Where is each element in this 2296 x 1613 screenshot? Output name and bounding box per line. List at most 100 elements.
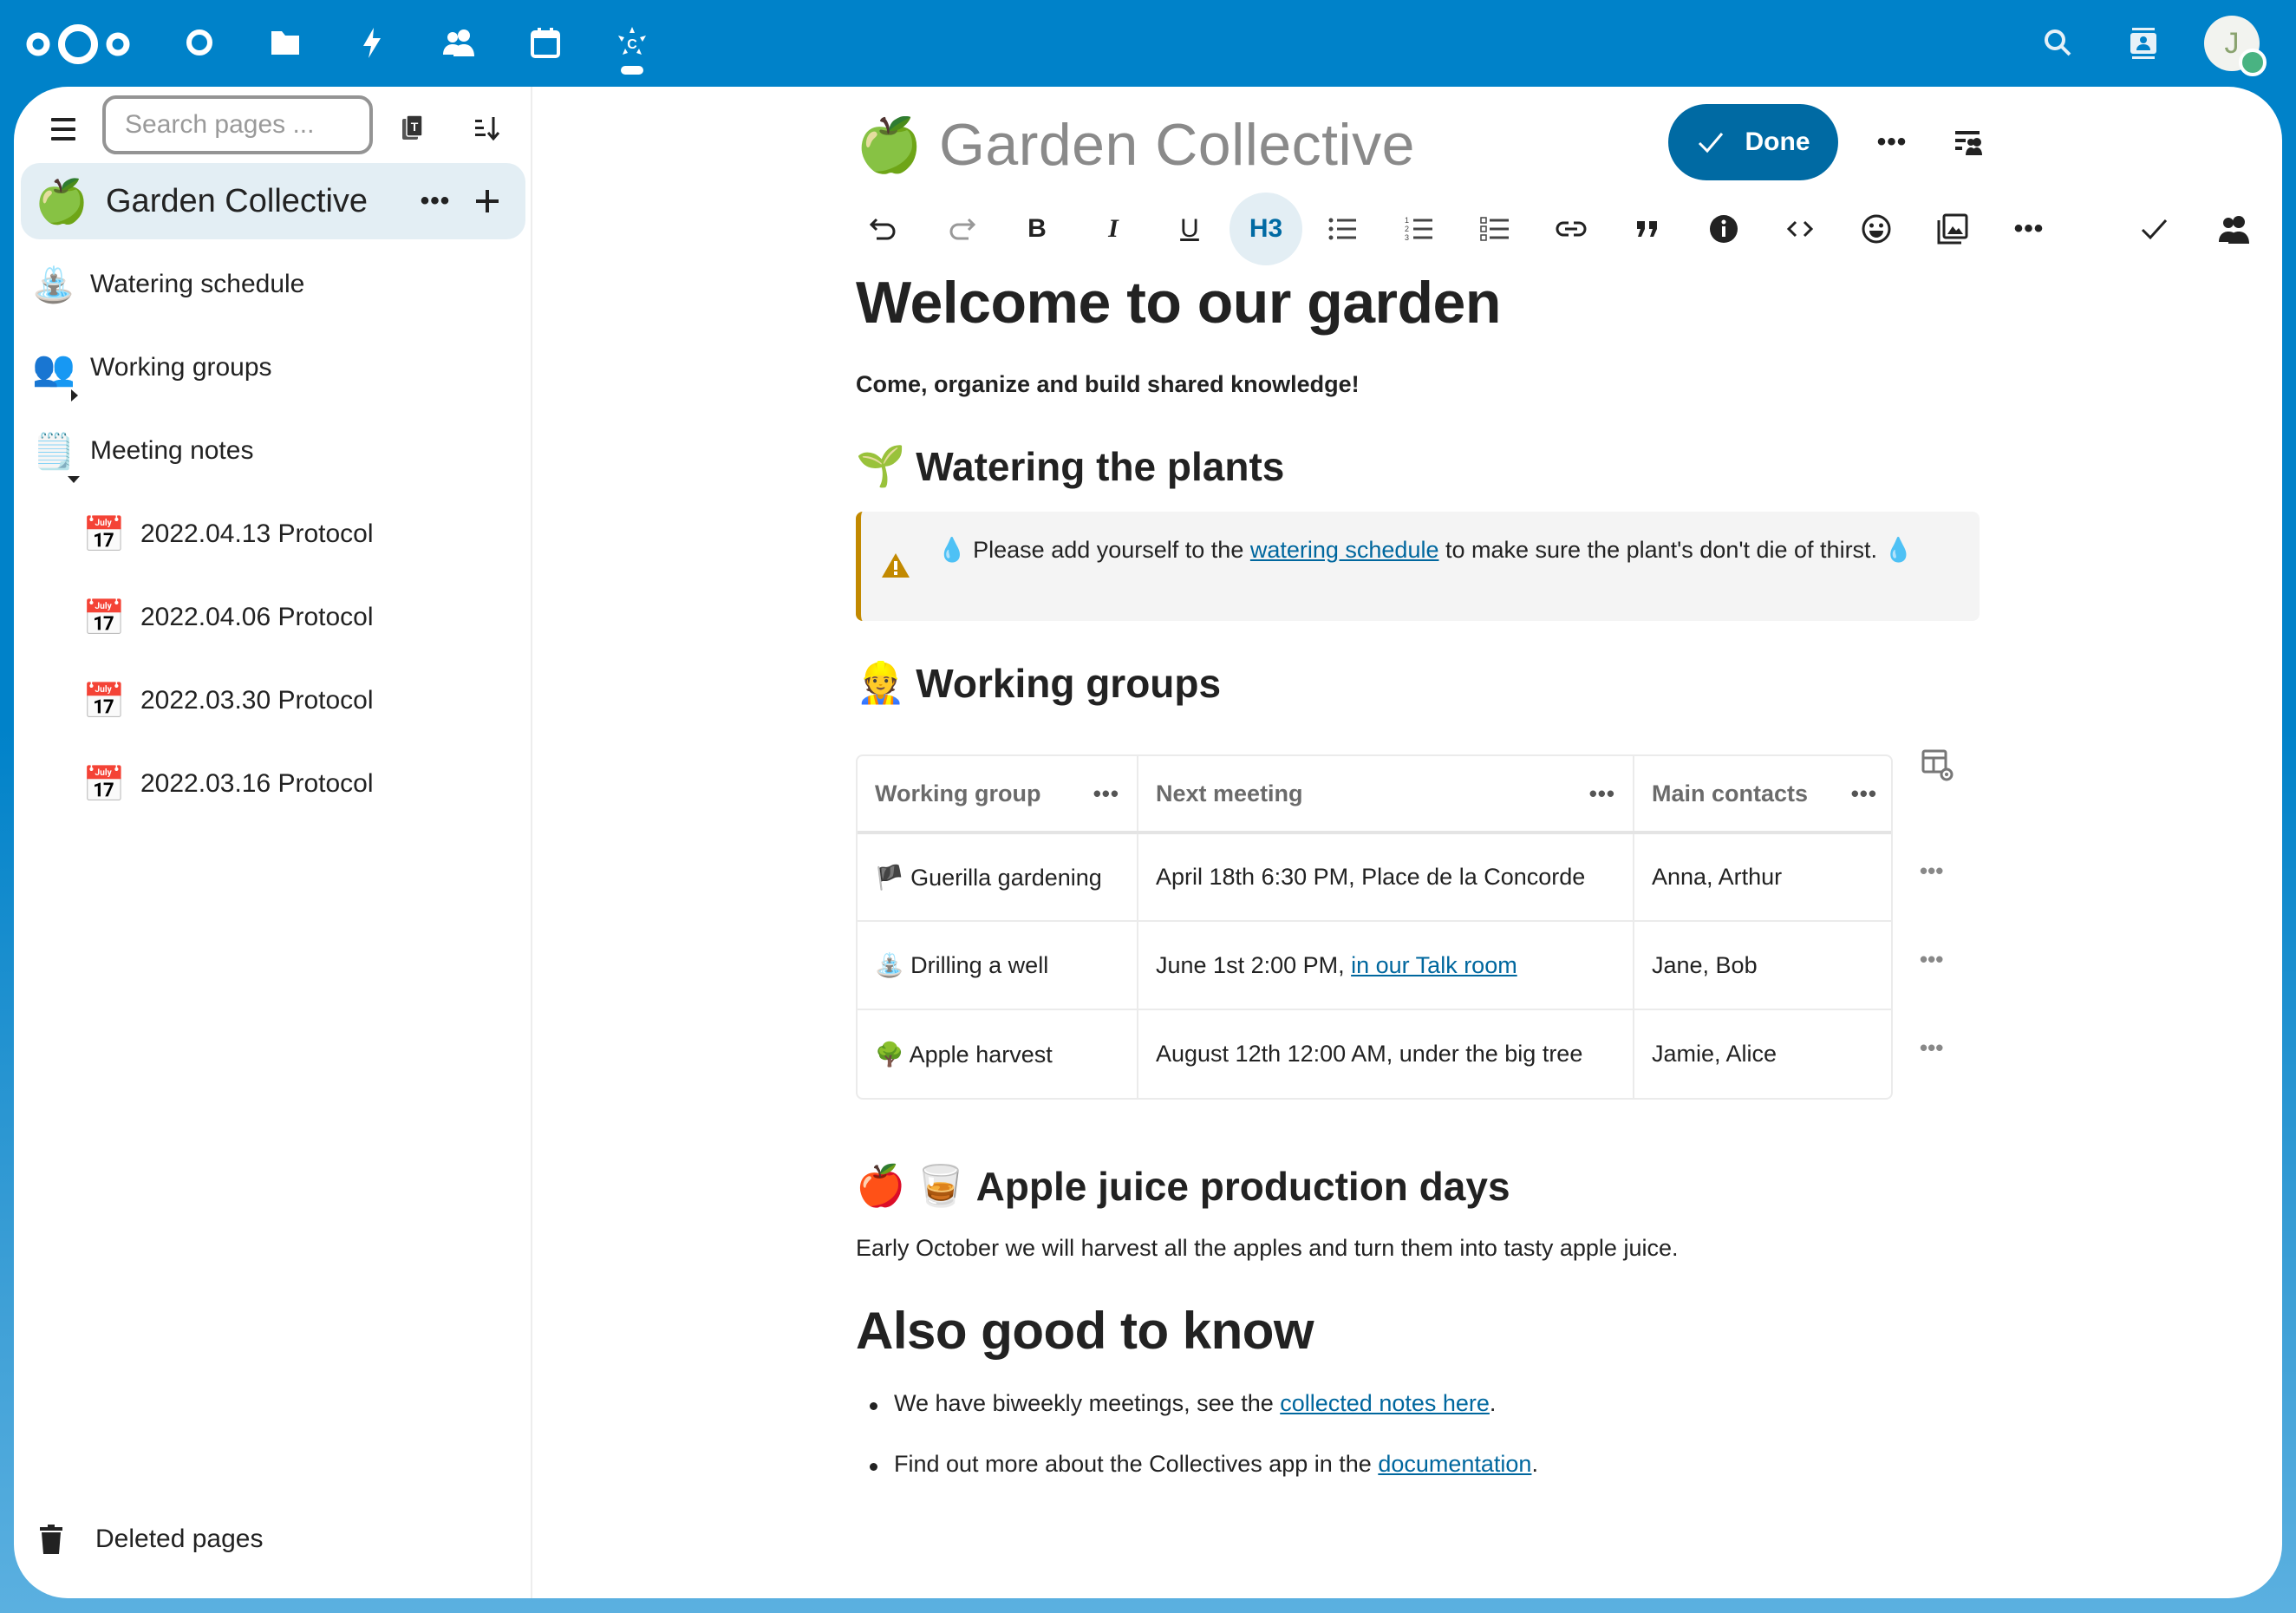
page-emoji-icon[interactable]: 🍏 (856, 114, 923, 177)
table-settings-button[interactable] (1921, 749, 1954, 787)
table-cell[interactable]: April 18th 6:30 PM, Place de la Concorde (1138, 833, 1634, 922)
list-item[interactable]: Find out more about the Collectives app … (870, 1451, 1538, 1478)
warning-callout[interactable]: 💧 Please add yourself to the watering sc… (856, 512, 1980, 621)
search-pages-input[interactable] (102, 95, 373, 154)
insert-image-button[interactable] (1916, 193, 1989, 265)
sidebar-item-protocol[interactable]: 📅 2022.04.13 Protocol (82, 500, 525, 569)
subtitle[interactable]: Come, organize and build shared knowledg… (856, 371, 1360, 398)
column-menu-button[interactable]: ••• (1093, 780, 1119, 807)
column-header[interactable]: Next meeting ••• (1138, 756, 1634, 834)
sidebar-item-working-groups[interactable]: 👥 Working groups (31, 333, 525, 402)
heading-welcome[interactable]: Welcome to our garden (856, 269, 1501, 336)
numbered-list-icon: 123 (1405, 216, 1432, 242)
heading-also-good-to-know[interactable]: Also good to know (856, 1301, 1314, 1361)
heading-working-groups[interactable]: 👷 Working groups (856, 659, 1221, 707)
bold-button[interactable]: B (1001, 193, 1073, 265)
table-cell[interactable]: August 12th 12:00 AM, under the big tree (1138, 1009, 1634, 1098)
sidebar-item-meeting-notes[interactable]: 🗒️ Meeting notes (31, 416, 525, 486)
templates-button[interactable]: T (388, 104, 437, 153)
undo-icon (869, 218, 896, 240)
sort-pages-button[interactable] (463, 104, 512, 153)
table-header-row: Working group ••• Next meeting ••• Main co… (858, 756, 1891, 834)
page-title-text[interactable]: Garden Collective (939, 111, 1415, 179)
documentation-link[interactable]: documentation (1378, 1451, 1531, 1477)
sidebar-item-protocol[interactable]: 📅 2022.04.06 Protocol (82, 583, 525, 652)
todo-list-button[interactable] (1458, 193, 1531, 265)
session-users-button[interactable] (2197, 193, 2270, 265)
table-cell[interactable]: June 1st 2:00 PM, in our Talk room (1138, 921, 1634, 1010)
row-actions-button[interactable]: ••• (1920, 1035, 1943, 1061)
table-cell[interactable]: Jamie, Alice (1634, 1009, 1891, 1098)
sidebar-item-protocol[interactable]: 📅 2022.03.30 Protocol (82, 666, 525, 735)
table-cell[interactable]: Jane, Bob (1634, 921, 1891, 1010)
link-button[interactable] (1535, 193, 1608, 265)
menu-toggle-button[interactable] (40, 106, 87, 153)
warning-icon (882, 553, 910, 578)
info-icon (1710, 215, 1738, 243)
emoji-picker-button[interactable] (1840, 193, 1913, 265)
underline-button[interactable]: U (1153, 193, 1226, 265)
table-cell[interactable]: 🌳 Apple harvest (858, 1009, 1138, 1098)
sidebar-item-collective[interactable]: 🍏 Garden Collective ••• (21, 163, 525, 239)
bullet-list-button[interactable] (1306, 193, 1379, 265)
list-item[interactable]: We have biweekly meetings, see the colle… (869, 1390, 1496, 1417)
row-actions-button[interactable]: ••• (1920, 946, 1943, 973)
callout-button[interactable] (1687, 193, 1760, 265)
collective-actions-button[interactable]: ••• (409, 175, 461, 227)
redo-icon (949, 218, 976, 240)
table-cell[interactable]: Anna, Arthur (1634, 833, 1891, 922)
tree-icon: 🌳 (875, 1041, 904, 1068)
heading-apple-juice[interactable]: 🍎 🥃 Apple juice production days (856, 1162, 1510, 1210)
svg-text:2: 2 (1405, 225, 1409, 233)
add-page-button[interactable] (461, 175, 513, 227)
construction-worker-icon: 👷 (856, 660, 906, 705)
blockquote-button[interactable] (1611, 193, 1684, 265)
numbered-list-button[interactable]: 123 (1382, 193, 1455, 265)
heading-button[interactable]: H3 (1230, 193, 1302, 265)
page-sidebar-toggle-button[interactable] (1944, 118, 1993, 167)
contacts-app-icon[interactable] (435, 19, 482, 66)
sidebar-item-protocol[interactable]: 📅 2022.03.16 Protocol (82, 749, 525, 819)
people-icon: 👥 (31, 348, 78, 402)
column-header[interactable]: Main contacts ••• (1634, 756, 1891, 834)
watering-schedule-link[interactable]: watering schedule (1250, 537, 1439, 563)
page-info-icon (1955, 131, 1982, 155)
svg-text:3: 3 (1405, 233, 1409, 242)
expand-caret-icon[interactable] (71, 389, 78, 402)
saved-status-button[interactable] (2117, 193, 2190, 265)
collected-notes-link[interactable]: collected notes here (1280, 1390, 1490, 1416)
table-settings-icon (1921, 749, 1954, 781)
deleted-pages-button[interactable]: Deleted pages (40, 1509, 263, 1570)
files-app-icon[interactable] (262, 19, 309, 66)
paragraph-apple-juice[interactable]: Early October we will harvest all the ap… (856, 1235, 1678, 1262)
page-actions-button[interactable]: ••• (1868, 118, 1916, 167)
collapse-caret-icon[interactable] (68, 475, 80, 483)
heading-watering[interactable]: 🌱 Watering the plants (856, 442, 1284, 490)
column-menu-button[interactable]: ••• (1589, 780, 1615, 807)
users-icon (2219, 216, 2249, 244)
done-button[interactable]: Done (1668, 104, 1838, 180)
row-actions-button[interactable]: ••• (1920, 858, 1943, 885)
table-cell[interactable]: ⛲ Drilling a well (858, 921, 1138, 1010)
activity-app-icon[interactable] (349, 19, 395, 66)
code-block-button[interactable] (1764, 193, 1836, 265)
collective-emoji-icon: 🍏 (35, 176, 89, 225)
talk-room-link[interactable]: in our Talk room (1351, 952, 1517, 978)
table-cell[interactable]: 🏴 Guerilla gardening (858, 833, 1138, 922)
seedling-icon: 🌱 (856, 443, 906, 488)
dashboard-app-icon[interactable] (176, 19, 223, 66)
sidebar-item-watering-schedule[interactable]: ⛲ Watering schedule (31, 250, 525, 319)
contacts-menu-icon[interactable] (2119, 19, 2168, 68)
collectives-app-icon[interactable]: C (609, 19, 656, 66)
svg-text:C: C (627, 37, 637, 52)
redo-button[interactable] (924, 193, 997, 265)
column-menu-button[interactable]: ••• (1851, 780, 1877, 807)
more-formatting-button[interactable]: ••• (1993, 193, 2065, 265)
italic-button[interactable]: I (1077, 193, 1150, 265)
undo-button[interactable] (848, 193, 921, 265)
search-icon[interactable] (2034, 19, 2083, 68)
column-header[interactable]: Working group ••• (858, 756, 1138, 834)
image-icon (1937, 213, 1968, 245)
nextcloud-logo-icon[interactable] (24, 19, 132, 69)
calendar-app-icon[interactable] (522, 19, 569, 66)
